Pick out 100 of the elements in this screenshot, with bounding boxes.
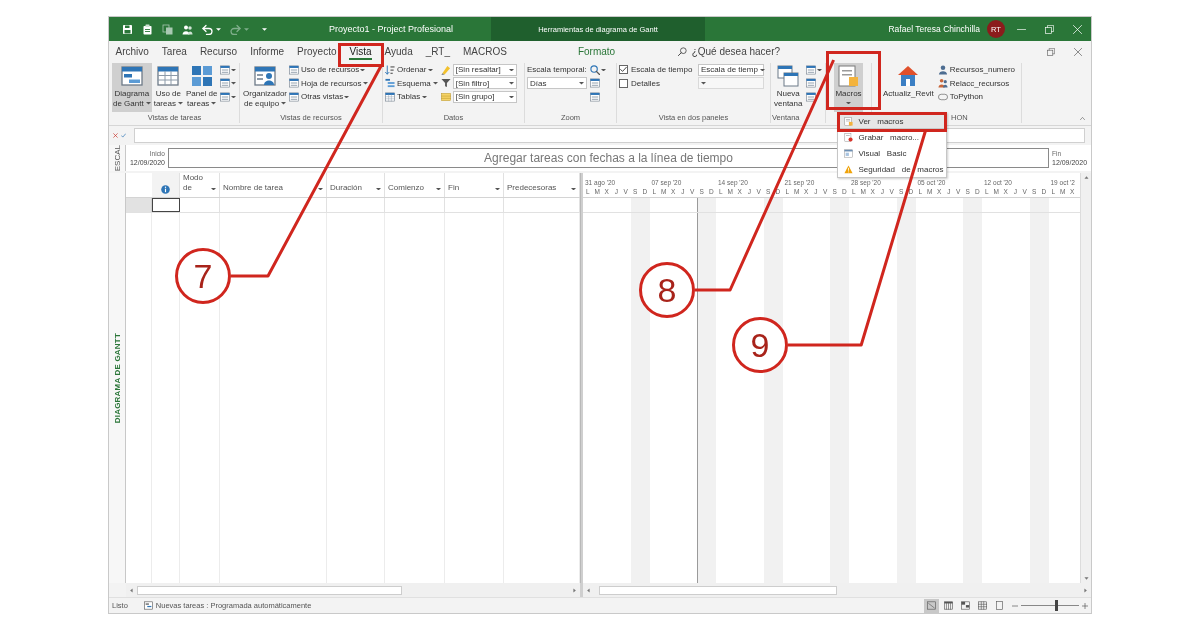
dropdown-field[interactable]: Escala de tiemp [698, 63, 764, 76]
ribbon-tab[interactable]: _RT_ [419, 41, 457, 62]
sheet-icon[interactable] [590, 91, 600, 102]
column-header[interactable]: Nombre de tarea [220, 173, 327, 197]
document-icon [844, 116, 853, 126]
ribbon-button[interactable]: Esquema [385, 76, 438, 90]
zoom-in-icon[interactable] [1082, 602, 1088, 609]
vertical-scrollbar[interactable] [1080, 173, 1091, 583]
undo-icon[interactable] [202, 23, 213, 35]
ribbon-button[interactable]: Actualiz_Revit [882, 63, 935, 112]
caret-icon[interactable] [817, 68, 823, 71]
ribbon-tab[interactable]: Tarea [155, 41, 194, 62]
save-icon[interactable] [122, 23, 133, 35]
ribbon-tab[interactable]: Proyecto [290, 41, 343, 62]
scroll-left-icon[interactable] [586, 587, 591, 593]
panel-grid-icon [190, 65, 213, 87]
column-header[interactable]: Modo de [180, 173, 220, 197]
highlight-frame [338, 43, 384, 67]
table-cell[interactable] [152, 198, 180, 212]
copy-icon[interactable] [162, 23, 173, 35]
editor-window-icon [844, 148, 853, 158]
scroll-right-icon[interactable] [572, 587, 577, 593]
sheet-icon[interactable] [806, 78, 817, 89]
dropdown-field[interactable] [698, 77, 764, 90]
dropdown-field[interactable]: Días [527, 77, 587, 90]
caret-icon [579, 82, 584, 85]
dropdown-field[interactable]: [Sin grupo] [452, 90, 517, 103]
sheet-icon[interactable] [590, 78, 600, 89]
caret-icon[interactable] [230, 68, 236, 71]
caret-icon[interactable] [230, 82, 236, 85]
ribbon-tab[interactable]: Formato [571, 41, 622, 62]
ribbon-button[interactable]: Ordenar [385, 63, 438, 77]
sort-icon [385, 64, 395, 75]
ribbon-button[interactable]: Relacc_recursos [937, 76, 1016, 90]
ribbon-tab[interactable]: Recurso [193, 41, 244, 62]
view-button[interactable] [941, 598, 956, 613]
field-label: Escala temporal: [527, 64, 587, 77]
column-header[interactable]: Duración [327, 173, 385, 197]
ribbon-button[interactable]: Panel de tareas [184, 63, 219, 112]
task-icon[interactable] [143, 601, 153, 610]
column-header[interactable]: Fin [445, 173, 504, 197]
cancel-icon[interactable] [113, 133, 118, 138]
sheet-icon[interactable] [806, 91, 817, 102]
ribbon-button[interactable]: Diagrama de Gantt [112, 63, 152, 112]
scroll-right-icon[interactable] [1083, 587, 1088, 593]
ribbon-button[interactable]: Otras vistas [289, 90, 368, 104]
magnifier-icon[interactable] [590, 64, 600, 75]
house-icon [897, 65, 920, 87]
ribbon-tab[interactable]: Ayuda [378, 41, 420, 62]
slider-thumb[interactable] [1055, 600, 1059, 611]
collapse-ribbon-icon[interactable] [1079, 116, 1086, 121]
caret-icon [495, 187, 500, 190]
view-button[interactable] [975, 598, 990, 613]
ribbon-tab[interactable]: MACROS [456, 41, 514, 62]
sheet-icon[interactable] [806, 64, 817, 75]
checkbox[interactable] [619, 65, 628, 75]
column-header[interactable]: Comienzo [385, 173, 445, 197]
window-view-icon [961, 601, 970, 610]
window-title: Proyecto1 - Project Profesional [327, 24, 455, 34]
view-button[interactable] [924, 598, 939, 613]
view-button[interactable] [958, 598, 973, 613]
ribbon-tab[interactable]: Archivo [109, 41, 156, 62]
caret-icon[interactable] [262, 27, 267, 31]
caret-icon[interactable] [601, 68, 606, 71]
scroll-up-icon[interactable] [1083, 175, 1089, 180]
ribbon-button[interactable]: Hoja de recursos [289, 76, 368, 90]
column-header[interactable] [152, 173, 180, 197]
sheet-icon[interactable] [219, 64, 230, 75]
ribbon-button[interactable]: Uso de recursos [289, 63, 368, 77]
caret-icon [318, 187, 323, 190]
scrollbar-thumb[interactable] [137, 585, 402, 595]
menu-item[interactable]: Visual Basic [838, 145, 946, 161]
search-field[interactable]: ¿Qué desea hacer? [691, 41, 792, 62]
menu-item[interactable]: Grabar macro... [838, 129, 946, 145]
table-icon [157, 65, 180, 87]
dropdown-field[interactable]: [Sin filtro] [452, 77, 517, 90]
scroll-left-icon[interactable] [129, 587, 134, 593]
scroll-down-icon[interactable] [1083, 576, 1089, 581]
ribbon-button[interactable]: Tablas [385, 90, 438, 104]
scrollbar-thumb[interactable] [599, 585, 837, 595]
sheet-icon [289, 78, 300, 89]
ribbon-button[interactable]: Organizador de equipo [242, 63, 289, 112]
ribbon-button[interactable]: Uso de tareas [152, 63, 184, 112]
ribbon-button[interactable]: Nueva ventana [773, 63, 804, 112]
search-icon[interactable] [677, 47, 687, 56]
ribbon-button[interactable]: Recursos_numero [937, 63, 1016, 77]
ribbon-tab[interactable]: Informe [243, 41, 291, 62]
caret-icon [436, 187, 441, 190]
sheet-icon [289, 91, 300, 102]
clipboard-icon[interactable] [142, 23, 153, 35]
caret-icon[interactable] [216, 27, 221, 31]
dropdown-field[interactable]: [Sin resaltar] [452, 63, 517, 76]
checkbox[interactable] [619, 78, 628, 88]
caret-icon[interactable] [230, 95, 236, 98]
rounded-rectangle-icon [937, 91, 948, 102]
sheet-icon[interactable] [219, 78, 230, 89]
ribbon-button[interactable]: Macros [834, 63, 863, 112]
ribbon-button[interactable]: ToPython [937, 90, 1016, 104]
sheet-icon[interactable] [219, 91, 230, 102]
people-icon[interactable] [182, 23, 193, 35]
